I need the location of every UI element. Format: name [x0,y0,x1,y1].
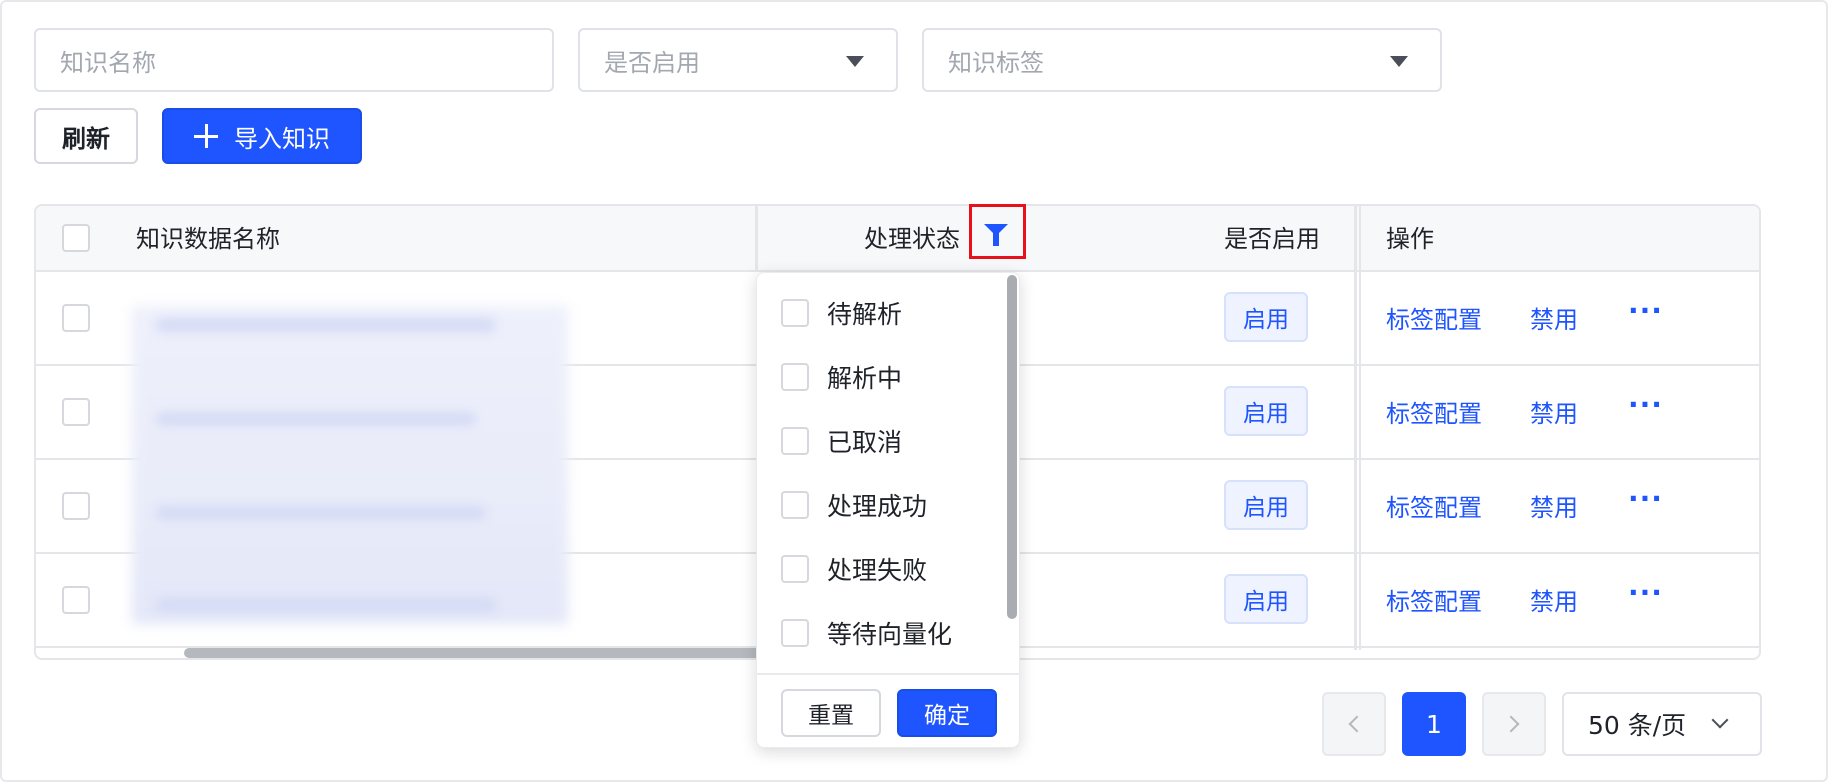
status-option-awaiting-vectorization[interactable]: 等待向量化 [781,613,952,653]
chevron-right-icon [1502,715,1520,733]
enabled-select-placeholder: 是否启用 [604,48,700,77]
option-checkbox[interactable] [781,427,809,455]
option-checkbox[interactable] [781,299,809,327]
disable-link[interactable]: 禁用 [1530,488,1578,523]
redacted-text [156,318,496,332]
table-header: 知识数据名称 处理状态 是否启用 操作 [36,206,1759,272]
option-label: 处理失败 [827,556,928,585]
option-label: 处理成功 [827,492,928,521]
enabled-select[interactable]: 是否启用 [578,28,898,92]
status-option-failed[interactable]: 处理失败 [781,549,927,589]
plus-icon [194,124,218,148]
page-size-label: 50 条/页 [1588,711,1687,740]
option-label: 解析中 [827,364,903,393]
horizontal-scrollbar[interactable] [184,648,764,658]
option-checkbox[interactable] [781,491,809,519]
option-checkbox[interactable] [781,363,809,391]
refresh-button-label: 刷新 [62,124,110,153]
enabled-badge: 启用 [1224,386,1308,436]
chevron-left-icon [1348,715,1366,733]
disable-link[interactable]: 禁用 [1530,300,1578,335]
dropdown-divider [757,673,1019,675]
import-knowledge-button[interactable]: 导入知识 [162,108,362,164]
page-size-select[interactable]: 50 条/页 [1562,692,1762,756]
knowledge-tag-select[interactable]: 知识标签 [922,28,1442,92]
caret-down-icon [846,56,864,67]
status-option-parsing[interactable]: 解析中 [781,357,902,397]
redacted-text [156,598,496,612]
tag-config-link[interactable]: 标签配置 [1386,488,1482,523]
status-option-pending-parse[interactable]: 待解析 [781,293,902,333]
confirm-button[interactable]: 确定 [897,689,997,737]
dropdown-scrollbar[interactable] [1007,275,1017,619]
tag-config-link[interactable]: 标签配置 [1386,394,1482,429]
knowledge-tag-placeholder: 知识标签 [948,48,1044,77]
row-checkbox[interactable] [62,398,90,426]
disable-link[interactable]: 禁用 [1530,582,1578,617]
row-checkbox[interactable] [62,492,90,520]
enabled-badge: 启用 [1224,574,1308,624]
option-checkbox[interactable] [781,555,809,583]
enabled-badge: 启用 [1224,480,1308,530]
enabled-badge: 启用 [1224,292,1308,342]
row-checkbox[interactable] [62,304,90,332]
status-filter-dropdown: 待解析 解析中 已取消 处理成功 处理失败 等待向量化 重置 确定 [756,272,1020,748]
option-label: 待解析 [827,300,903,329]
chevron-down-icon [1711,711,1729,729]
column-header-enabled: 是否启用 [1224,225,1320,253]
caret-down-icon [1390,56,1408,67]
next-page-button[interactable] [1482,692,1546,756]
filter-icon-stem [993,232,999,246]
column-header-status: 处理状态 [864,225,960,253]
knowledge-name-input[interactable]: 知识名称 [34,28,554,92]
option-label: 已取消 [827,428,903,457]
column-header-actions: 操作 [1386,225,1434,253]
disable-link[interactable]: 禁用 [1530,394,1578,429]
knowledge-name-placeholder: 知识名称 [60,48,156,77]
import-knowledge-label: 导入知识 [234,124,330,153]
option-label: 等待向量化 [827,620,953,649]
redacted-names [132,306,568,624]
column-divider [755,206,758,272]
reset-button[interactable]: 重置 [781,689,881,737]
more-actions-icon[interactable]: ··· [1628,576,1663,609]
redacted-text [156,506,486,520]
more-actions-icon[interactable]: ··· [1628,482,1663,515]
option-checkbox[interactable] [781,619,809,647]
page-number-button[interactable]: 1 [1402,692,1466,756]
row-checkbox[interactable] [62,586,90,614]
select-all-checkbox[interactable] [62,224,90,252]
more-actions-icon[interactable]: ··· [1628,294,1663,327]
status-option-cancelled[interactable]: 已取消 [781,421,902,461]
more-actions-icon[interactable]: ··· [1628,388,1663,421]
redacted-text [156,412,476,426]
tag-config-link[interactable]: 标签配置 [1386,582,1482,617]
tag-config-link[interactable]: 标签配置 [1386,300,1482,335]
column-header-name: 知识数据名称 [136,225,280,253]
status-option-success[interactable]: 处理成功 [781,485,927,525]
prev-page-button[interactable] [1322,692,1386,756]
refresh-button[interactable]: 刷新 [34,108,138,164]
